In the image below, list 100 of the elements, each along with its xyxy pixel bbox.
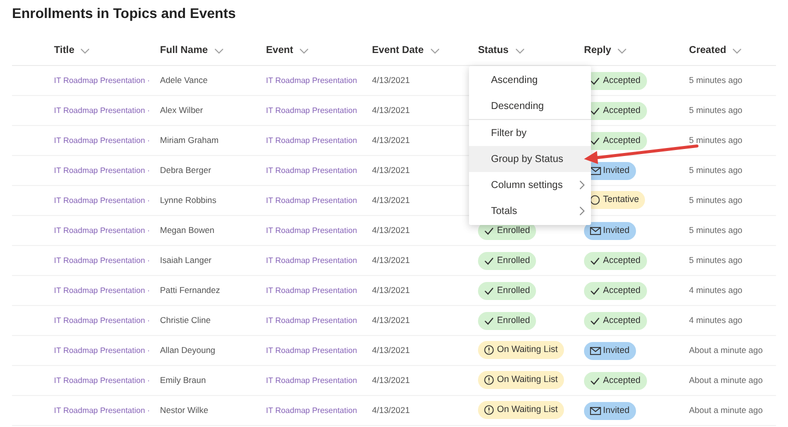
check-icon: [590, 136, 600, 144]
created-time: 5 minutes ago: [689, 254, 742, 267]
chevron-right-icon: [579, 180, 585, 190]
reply-tag: Accepted: [584, 312, 647, 330]
event-date: 4/13/2021: [372, 284, 410, 297]
event-date: 4/13/2021: [372, 374, 410, 387]
title-link[interactable]: IT Roadmap Presentation ·: [54, 194, 150, 206]
title-link[interactable]: IT Roadmap Presentation ·: [54, 164, 150, 176]
event-link[interactable]: IT Roadmap Presentation: [266, 74, 358, 86]
menu-item[interactable]: Filter by: [469, 120, 591, 146]
mail-icon: [590, 166, 601, 174]
full-name: Isaiah Langer: [160, 254, 212, 267]
mail-icon: [590, 406, 601, 414]
status-tag: On Waiting List: [478, 370, 564, 388]
reply-tag: Accepted: [584, 372, 647, 390]
full-name: Emily Braun: [160, 374, 206, 387]
column-header[interactable]: Status: [478, 43, 525, 58]
event-date: 4/13/2021: [372, 344, 410, 357]
event-date: 4/13/2021: [372, 254, 410, 267]
created-time: About a minute ago: [689, 344, 763, 357]
created-time: 5 minutes ago: [689, 134, 742, 147]
event-link[interactable]: IT Roadmap Presentation: [266, 134, 358, 146]
chevron-down-icon: [299, 48, 310, 54]
mail-icon: [590, 346, 601, 354]
menu-item[interactable]: Descending: [469, 93, 591, 119]
check-icon: [484, 286, 494, 294]
mail-icon: [590, 226, 601, 234]
check-icon: [590, 256, 600, 264]
event-date: 4/13/2021: [372, 134, 410, 147]
chevron-down-icon: [732, 48, 742, 54]
event-link[interactable]: IT Roadmap Presentation: [266, 254, 358, 266]
created-time: 5 minutes ago: [689, 194, 742, 207]
full-name: Debra Berger: [160, 164, 212, 177]
reply-tag: Accepted: [584, 252, 647, 270]
info-icon: [484, 374, 494, 384]
event-date: 4/13/2021: [372, 404, 410, 417]
info-icon: [484, 344, 494, 354]
full-name: Megan Bowen: [160, 224, 214, 237]
chevron-down-icon: [80, 48, 90, 54]
title-link[interactable]: IT Roadmap Presentation ·: [54, 314, 150, 326]
chevron-right-icon: [579, 206, 585, 216]
event-link[interactable]: IT Roadmap Presentation: [266, 194, 358, 206]
menu-item[interactable]: Group by Status: [469, 146, 591, 172]
chevron-down-icon: [514, 48, 525, 54]
check-icon: [590, 76, 600, 84]
column-header[interactable]: Title: [54, 43, 90, 58]
event-date: 4/13/2021: [372, 194, 410, 207]
check-icon: [590, 106, 600, 114]
created-time: About a minute ago: [689, 404, 763, 417]
column-header[interactable]: Event Date: [372, 43, 440, 58]
menu-item[interactable]: Totals: [469, 198, 591, 224]
column-header[interactable]: Created: [689, 43, 742, 58]
event-link[interactable]: IT Roadmap Presentation: [266, 104, 358, 116]
created-time: 5 minutes ago: [689, 224, 742, 237]
full-name: Christie Cline: [160, 314, 211, 327]
created-time: 5 minutes ago: [689, 104, 742, 117]
event-date: 4/13/2021: [372, 314, 410, 327]
reply-tag: Invited: [584, 222, 636, 240]
reply-tag: Invited: [584, 342, 636, 360]
created-time: 5 minutes ago: [689, 74, 742, 87]
column-header[interactable]: Full Name: [160, 43, 224, 58]
full-name: Miriam Graham: [160, 134, 219, 147]
event-link[interactable]: IT Roadmap Presentation: [266, 404, 358, 416]
column-header[interactable]: Reply: [584, 43, 628, 58]
full-name: Patti Fernandez: [160, 284, 220, 297]
created-time: About a minute ago: [689, 374, 763, 387]
full-name: Adele Vance: [160, 74, 208, 87]
column-header[interactable]: Event: [266, 43, 310, 58]
event-date: 4/13/2021: [372, 224, 410, 237]
event-link[interactable]: IT Roadmap Presentation: [266, 224, 358, 236]
title-link[interactable]: IT Roadmap Presentation ·: [54, 284, 150, 296]
title-link[interactable]: IT Roadmap Presentation ·: [54, 74, 150, 86]
event-date: 4/13/2021: [372, 104, 410, 117]
event-link[interactable]: IT Roadmap Presentation: [266, 284, 358, 296]
full-name: Alex Wilber: [160, 104, 203, 117]
event-link[interactable]: IT Roadmap Presentation: [266, 344, 358, 356]
event-link[interactable]: IT Roadmap Presentation: [266, 314, 358, 326]
status-tag: Enrolled: [478, 282, 536, 300]
title-link[interactable]: IT Roadmap Presentation ·: [54, 134, 150, 146]
event-date: 4/13/2021: [372, 74, 410, 87]
check-icon: [590, 316, 600, 324]
chevron-down-icon: [214, 48, 224, 54]
reply-tag: Accepted: [584, 282, 647, 300]
event-link[interactable]: IT Roadmap Presentation: [266, 374, 358, 386]
menu-item[interactable]: Column settings: [469, 172, 591, 198]
event-link[interactable]: IT Roadmap Presentation: [266, 164, 358, 176]
title-link[interactable]: IT Roadmap Presentation ·: [54, 254, 150, 266]
title-link[interactable]: IT Roadmap Presentation ·: [54, 104, 150, 116]
title-link[interactable]: IT Roadmap Presentation ·: [54, 224, 150, 236]
chevron-down-icon: [430, 48, 440, 54]
title-link[interactable]: IT Roadmap Presentation ·: [54, 374, 150, 386]
menu-item[interactable]: Ascending: [469, 67, 591, 93]
title-link[interactable]: IT Roadmap Presentation ·: [54, 344, 150, 356]
title-link[interactable]: IT Roadmap Presentation ·: [54, 404, 150, 416]
full-name: Nestor Wilke: [160, 404, 208, 417]
created-time: 5 minutes ago: [689, 164, 742, 177]
full-name: Lynne Robbins: [160, 194, 216, 207]
event-date: 4/13/2021: [372, 164, 410, 177]
check-icon: [484, 226, 494, 234]
info-icon: [484, 404, 494, 414]
